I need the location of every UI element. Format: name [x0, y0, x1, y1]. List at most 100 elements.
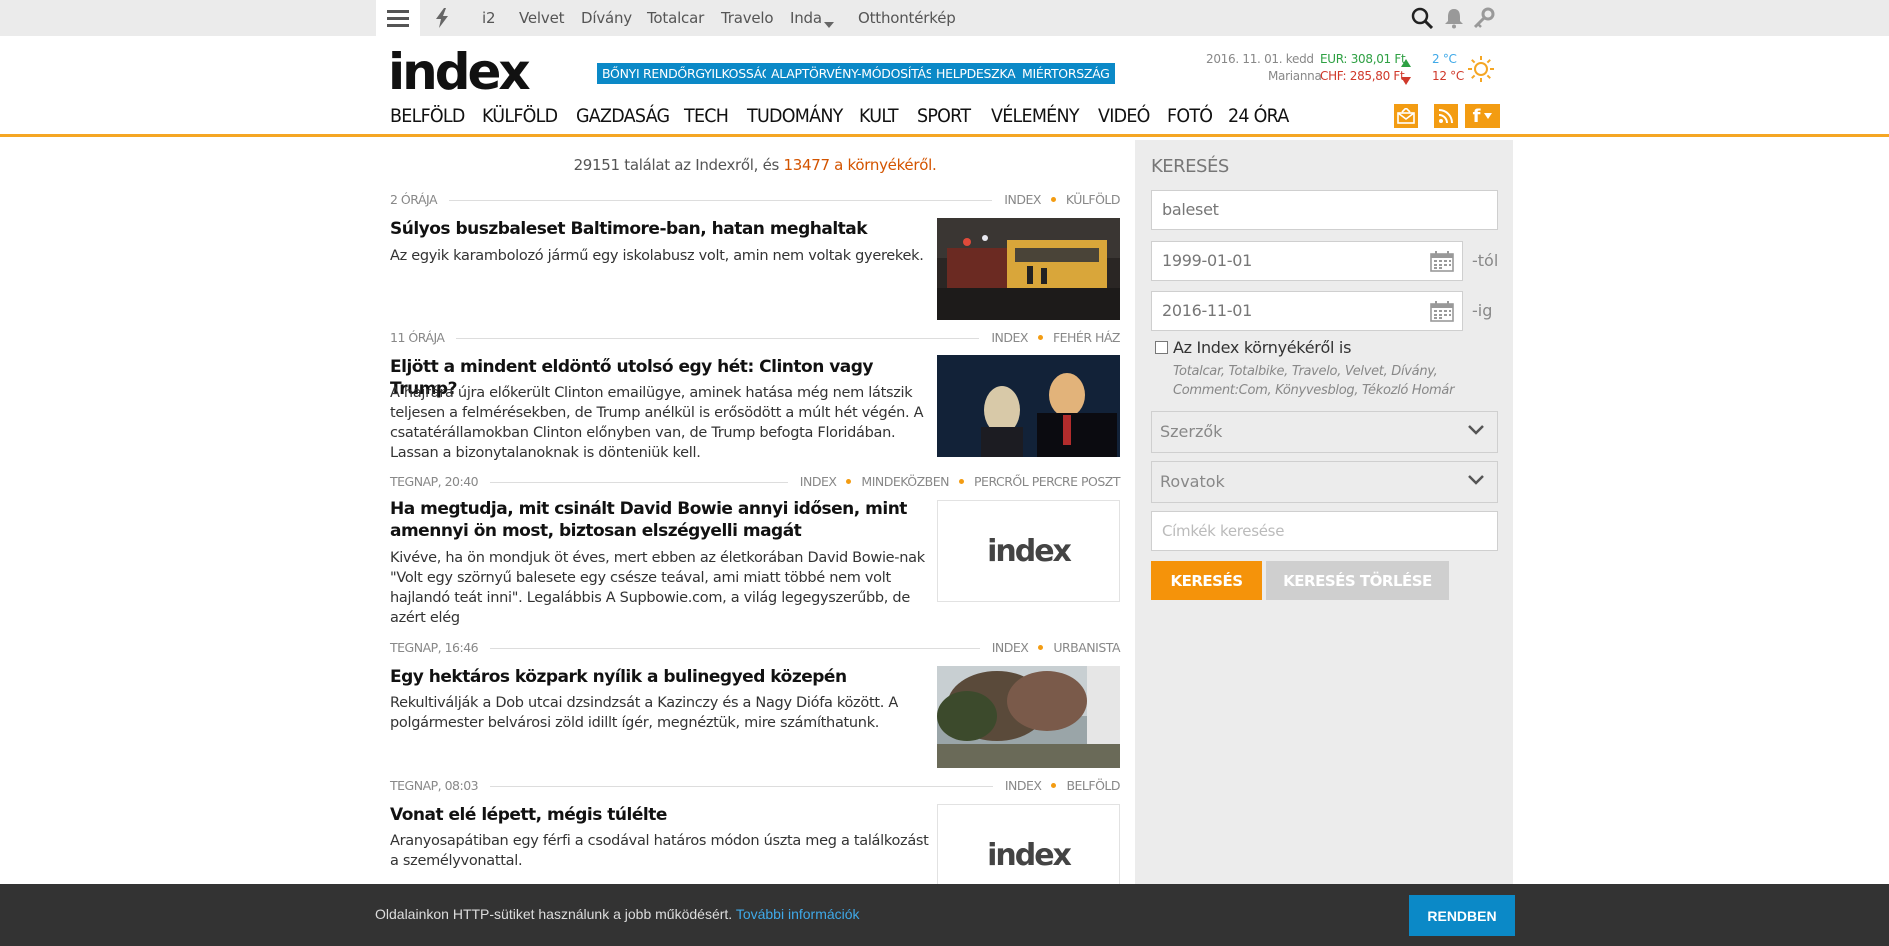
- temp-low: 2 °C: [1432, 52, 1457, 66]
- topbar-link-i2[interactable]: i2: [482, 0, 496, 36]
- nav-24-ora[interactable]: 24 ÓRA: [1228, 104, 1289, 128]
- authors-select[interactable]: Szerzők: [1151, 411, 1498, 453]
- nav-tech[interactable]: TECH: [684, 104, 729, 128]
- sections-select[interactable]: Rovatok: [1151, 461, 1498, 503]
- article-meta: 11 ÓRÁJA INDEX FEHÉR HÁZ: [390, 330, 1121, 346]
- index-logo[interactable]: index: [388, 47, 531, 97]
- nav-video[interactable]: VIDEÓ: [1098, 104, 1150, 128]
- article-meta: TEGNAP, 16:46 INDEX URBANISTA: [390, 640, 1120, 656]
- cookie-more-info-link[interactable]: További információk: [736, 906, 860, 922]
- tags-search-input[interactable]: Címkék keresése: [1151, 511, 1498, 551]
- hot-tag-4[interactable]: MIÉRTORSZÁG: [1017, 63, 1115, 84]
- sections-select-value: Rovatok: [1160, 472, 1225, 491]
- result-count-text: 29151 találat az Indexről, és: [573, 156, 784, 174]
- result-count-link[interactable]: 13477 a környékéről.: [783, 156, 936, 174]
- lightning-icon[interactable]: [420, 0, 464, 36]
- article-meta: TEGNAP, 08:03 INDEX BELFÖLD: [390, 778, 1120, 794]
- topbar-link-travelo[interactable]: Travelo: [721, 0, 774, 36]
- article-lead: Rekultiválják a Dob utcai dzsindzsát a K…: [390, 695, 898, 731]
- chf-rate: CHF: 285,80 Ft: [1320, 69, 1405, 83]
- environs-checkbox-label[interactable]: Az Index környékéről is: [1173, 338, 1351, 357]
- topbar-link-totalcar[interactable]: Totalcar: [647, 0, 704, 36]
- index-logo-placeholder: index: [987, 533, 1072, 569]
- category-link[interactable]: INDEX: [1005, 778, 1042, 793]
- article-title[interactable]: Ha megtudja, mit csinált David Bowie ann…: [390, 498, 930, 542]
- date-from-field[interactable]: 1999-01-01: [1151, 241, 1463, 281]
- nav-kulfold[interactable]: KÜLFÖLD: [482, 104, 558, 128]
- nav-velemeny[interactable]: VÉLEMÉNY: [991, 104, 1080, 128]
- nav-belfold[interactable]: BELFÖLD: [390, 104, 465, 128]
- article-title[interactable]: Vonat elé lépett, mégis túlélte: [390, 804, 930, 826]
- article-date: TEGNAP, 16:46: [390, 640, 491, 655]
- nav-tudomany[interactable]: TUDOMÁNY: [747, 104, 843, 128]
- nav-sport[interactable]: SPORT: [917, 104, 971, 128]
- calendar-icon[interactable]: [1430, 251, 1454, 272]
- hot-tag-2[interactable]: ALAPTÖRVÉNY-MÓDOSÍTÁS: [766, 63, 939, 84]
- category-link[interactable]: INDEX: [992, 640, 1029, 655]
- article-title[interactable]: Egy hektáros közpark nyílik a bulinegyed…: [390, 666, 930, 688]
- article-categories: INDEX MINDEKÖZBEN PERCRŐL PERCRE POSZT: [787, 474, 1120, 489]
- header-date: 2016. 11. 01. kedd: [1206, 52, 1314, 66]
- category-link[interactable]: PERCRŐL PERCRE POSZT: [974, 474, 1120, 489]
- article-item: TEGNAP, 16:46 INDEX URBANISTA Egy hektáro…: [390, 640, 1120, 770]
- category-link[interactable]: INDEX: [800, 474, 837, 489]
- hot-tag-3[interactable]: HELPDESZKA: [931, 63, 1021, 84]
- date-from-value: 1999-01-01: [1162, 251, 1252, 270]
- nav-kult[interactable]: KULT: [859, 104, 899, 128]
- search-input[interactable]: baleset: [1151, 190, 1498, 230]
- calendar-icon[interactable]: [1430, 301, 1454, 322]
- category-link[interactable]: BELFÖLD: [1066, 778, 1120, 793]
- environs-sites: Totalcar, Totalbike, Travelo, Velvet, Dí…: [1173, 364, 1455, 398]
- chevron-down-icon: [824, 15, 834, 33]
- temp-high: 12 °C: [1432, 69, 1464, 83]
- article-categories: INDEX FEHÉR HÁZ: [979, 330, 1121, 345]
- category-link[interactable]: MINDEKÖZBEN: [861, 474, 949, 489]
- nav-gazdasag[interactable]: GAZDASÁG: [576, 104, 670, 128]
- article-date: TEGNAP, 08:03: [390, 778, 491, 793]
- result-count: 29151 találat az Indexről, és 13477 a kö…: [390, 156, 1120, 174]
- article-meta: 2 ÓRÁJA INDEX KÜLFÖLD: [390, 192, 1121, 208]
- article-title[interactable]: Súlyos buszbaleset Baltimore-ban, hatan …: [390, 218, 930, 240]
- article-date: TEGNAP, 20:40: [390, 474, 491, 489]
- sidebar-heading: KERESÉS: [1151, 156, 1229, 177]
- article-date: 2 ÓRÁJA: [390, 192, 450, 207]
- search-icon[interactable]: [1410, 6, 1434, 30]
- topbar-link-inda[interactable]: Inda: [790, 0, 822, 36]
- date-to-value: 2016-11-01: [1162, 301, 1252, 320]
- article-thumbnail[interactable]: [937, 218, 1120, 320]
- article-item: TEGNAP, 20:40 INDEX MINDEKÖZBEN PERCRŐL PE…: [390, 474, 1120, 634]
- article-thumbnail[interactable]: index: [937, 500, 1120, 602]
- article-thumbnail[interactable]: [937, 355, 1120, 457]
- hamburger-menu-icon[interactable]: [376, 0, 420, 36]
- category-link[interactable]: INDEX: [1004, 192, 1041, 207]
- category-link[interactable]: FEHÉR HÁZ: [1053, 330, 1121, 345]
- category-link[interactable]: URBANISTA: [1053, 640, 1120, 655]
- article-item: 2 ÓRÁJA INDEX KÜLFÖLD Súlyos buszbaleset …: [390, 192, 1121, 322]
- category-link[interactable]: KÜLFÖLD: [1066, 192, 1121, 207]
- hot-tag-1[interactable]: BŐNYI RENDŐRGYILKOSSÁG: [597, 63, 777, 84]
- article-date: 11 ÓRÁJA: [390, 330, 457, 345]
- key-icon[interactable]: [1472, 6, 1496, 30]
- sun-icon: [1467, 55, 1495, 88]
- date-to-field[interactable]: 2016-11-01: [1151, 291, 1463, 331]
- header-divider: [0, 134, 1889, 137]
- newsletter-icon[interactable]: [1394, 104, 1418, 128]
- search-button[interactable]: KERESÉS: [1151, 561, 1262, 600]
- clear-search-button[interactable]: KERESÉS TÖRLÉSE: [1266, 561, 1449, 600]
- bell-icon[interactable]: [1442, 6, 1466, 30]
- environs-checkbox[interactable]: [1155, 341, 1168, 354]
- topbar-link-otthonterkep[interactable]: Otthontérkép: [858, 0, 956, 36]
- topbar-link-velvet[interactable]: Velvet: [519, 0, 564, 36]
- nav-foto[interactable]: FOTÓ: [1167, 104, 1213, 128]
- eur-rate: EUR: 308,01 Ft: [1320, 52, 1406, 66]
- article-item: TEGNAP, 08:03 INDEX BELFÖLD Vonat elé lép…: [390, 778, 1120, 906]
- topbar-link-divany[interactable]: Dívány: [581, 0, 632, 36]
- category-link[interactable]: INDEX: [991, 330, 1028, 345]
- rss-icon[interactable]: [1434, 104, 1458, 128]
- cookie-bar: Oldalainkon HTTP-sütiket használunk a jo…: [0, 884, 1889, 946]
- date-from-suffix: -tól: [1472, 251, 1499, 270]
- article-thumbnail[interactable]: [937, 666, 1120, 768]
- facebook-icon[interactable]: f: [1465, 104, 1500, 128]
- cookie-accept-button[interactable]: RENDBEN: [1409, 895, 1515, 936]
- cookie-text: Oldalainkon HTTP-sütiket használunk a jo…: [375, 906, 733, 922]
